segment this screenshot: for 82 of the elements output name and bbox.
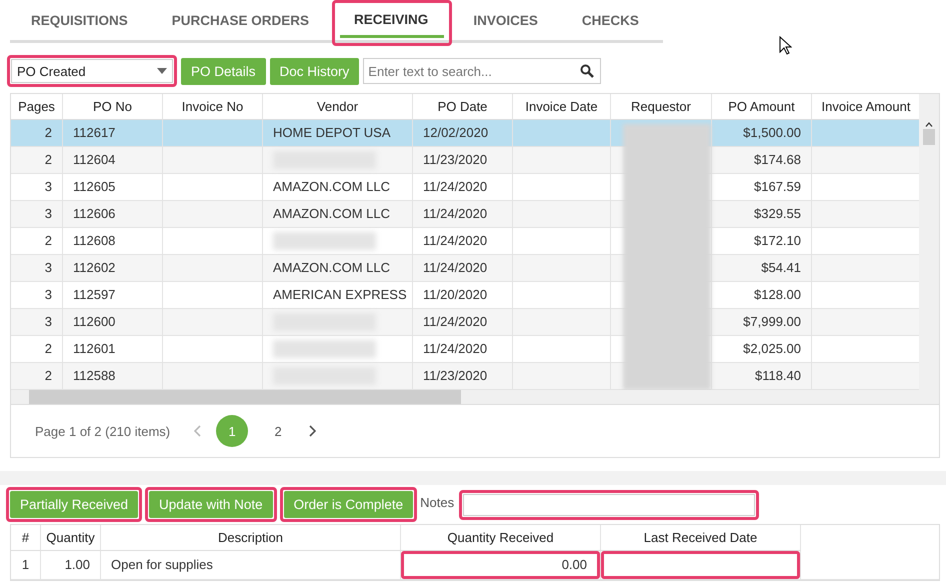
page-button[interactable]: 2 xyxy=(262,415,294,447)
table-cell: 112606 xyxy=(63,201,163,227)
chevron-left-icon[interactable] xyxy=(194,425,202,437)
table-cell: 11/24/2020 xyxy=(413,255,513,281)
table-cell: $1,500.00 xyxy=(712,120,812,146)
table-cell: $54.41 xyxy=(712,255,812,281)
table-row[interactable]: 3 112597 AMERICAN EXPRESS 11/20/2020 $128.00 xyxy=(11,282,920,309)
horizontal-scrollbar[interactable] xyxy=(11,390,939,404)
table-cell: 2 xyxy=(11,228,63,254)
pager-info: Page 1 of 2 (210 items) xyxy=(35,424,170,438)
table-row[interactable]: 3 112606 AMAZON.COM LLC 11/24/2020 $329.55 xyxy=(11,201,920,228)
table-cell: 112604 xyxy=(63,147,163,173)
search-field[interactable]: Enter text to search... xyxy=(363,58,602,84)
table-cell: 2 xyxy=(11,363,63,389)
search-icon xyxy=(580,64,594,78)
table-row[interactable]: 2 112588 11/23/2020 $118.40 xyxy=(11,363,920,390)
scrollbar-thumb[interactable] xyxy=(923,129,936,145)
tab[interactable]: CHECKS xyxy=(568,3,655,37)
table-cell-text: AMAZON.COM LLC xyxy=(273,259,390,277)
table-row[interactable]: 2 112617 HOME DEPOT USA 12/02/2020 $1,500.00 xyxy=(11,120,920,147)
table-cell-text: AMERICAN EXPRESS xyxy=(273,286,407,304)
caret-icon xyxy=(157,68,167,74)
table-row[interactable]: 2 112601 11/24/2020 $2,025.00 xyxy=(11,336,920,363)
vertical-scrollbar[interactable] xyxy=(919,94,939,390)
table-cell: 2 xyxy=(11,147,63,173)
table-cell: 112605 xyxy=(63,174,163,200)
table-cell: 3 xyxy=(11,255,63,281)
tab[interactable]: RECEIVING xyxy=(340,4,444,38)
table-cell: $174.68 xyxy=(712,147,812,173)
scroll-up-icon[interactable] xyxy=(925,122,934,127)
status-dropdown[interactable]: PO Created xyxy=(11,59,173,83)
tab[interactable]: PURCHASE ORDERS xyxy=(158,3,326,37)
table-row[interactable]: 3 112600 11/24/2020 $7,999.00 xyxy=(11,309,920,336)
table-cell: 11/20/2020 xyxy=(413,282,513,308)
notes-label: Notes xyxy=(420,495,454,510)
table-row[interactable]: 2 112608 11/24/2020 $172.10 xyxy=(11,228,920,255)
table-cell: $128.00 xyxy=(712,282,812,308)
column-header[interactable]: Quantity Received xyxy=(401,525,601,551)
table-cell: 112588 xyxy=(63,363,163,389)
table-cell: 11/24/2020 xyxy=(413,336,513,362)
table-cell: $2,025.00 xyxy=(712,336,812,362)
column-header[interactable]: Last Received Date xyxy=(601,525,801,551)
table-cell-text: HOME DEPOT USA xyxy=(273,124,391,142)
table-cell: $7,999.00 xyxy=(712,309,812,335)
table-cell: 3 xyxy=(11,201,63,227)
table-cell: 2 xyxy=(11,336,63,362)
table-cell: 112597 xyxy=(63,282,163,308)
table-cell-text: AMAZON.COM LLC xyxy=(273,178,390,196)
table-cell: 3 xyxy=(11,309,63,335)
table-cell: 3 xyxy=(11,282,63,308)
scrollbar-thumb[interactable] xyxy=(29,390,461,404)
table-cell: Open for supplies xyxy=(101,551,401,579)
tab[interactable]: INVOICES xyxy=(459,3,554,37)
table-cell: 1 xyxy=(11,551,41,579)
table-cell: 112601 xyxy=(63,336,163,362)
chevron-right-icon[interactable] xyxy=(308,425,316,437)
date-field[interactable] xyxy=(601,551,800,579)
table-cell: 11/23/2020 xyxy=(413,363,513,389)
table-cell: 112602 xyxy=(63,255,163,281)
table-cell: 112608 xyxy=(63,228,163,254)
table-cell: 3 xyxy=(11,174,63,200)
table-cell: 1.00 xyxy=(41,551,101,579)
table-cell: 11/24/2020 xyxy=(413,309,513,335)
table-row[interactable]: 3 112602 AMAZON.COM LLC 11/24/2020 $54.41 xyxy=(11,255,920,282)
table-cell: $172.10 xyxy=(712,228,812,254)
table-cell: 112617 xyxy=(63,120,163,146)
table-cell: $167.59 xyxy=(712,174,812,200)
quantity-received-field[interactable]: 0.00 xyxy=(401,551,600,579)
table-row[interactable]: 3 112605 AMAZON.COM LLC 11/24/2020 $167.59 xyxy=(11,174,920,201)
tab[interactable]: REQUISITIONS xyxy=(17,3,144,37)
table-cell-text: AMAZON.COM LLC xyxy=(273,205,390,223)
table-cell: 112600 xyxy=(63,309,163,335)
table-cell: $118.40 xyxy=(712,363,812,389)
table-cell: 11/24/2020 xyxy=(413,174,513,200)
table-cell: 2 xyxy=(11,120,63,146)
table-cell: $329.55 xyxy=(712,201,812,227)
cursor-icon xyxy=(779,36,792,55)
table-cell: 11/24/2020 xyxy=(413,201,513,227)
table-row[interactable]: 2 112604 11/23/2020 $174.68 xyxy=(11,147,920,174)
table-cell: 11/24/2020 xyxy=(413,228,513,254)
table-cell: 11/23/2020 xyxy=(413,147,513,173)
table-cell: 12/02/2020 xyxy=(413,120,513,146)
